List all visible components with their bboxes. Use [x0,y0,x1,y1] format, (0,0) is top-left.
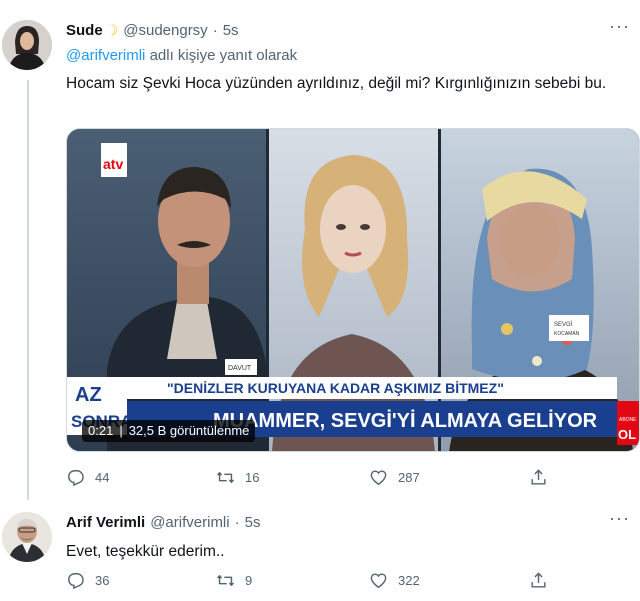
name-plate-right-line1: SEVGİ [554,321,573,328]
reply-count: 44 [95,469,110,485]
like-button[interactable]: 322 [369,568,420,592]
view-count: 32,5 B görüntülenme [128,423,250,438]
heart-icon [370,469,387,485]
channel-logo: atv [103,156,123,172]
tweet-header: Sude ☽ @sudengrsy · 5s [66,22,239,39]
share-button[interactable] [529,465,548,489]
retweet-count: 16 [245,469,260,485]
share-icon [531,571,546,588]
tweet-actions: 44 16 287 [66,465,566,489]
reply-count: 36 [95,572,110,588]
more-options-icon[interactable]: ··· [609,508,630,529]
thread-connector-line [27,80,29,500]
tweet-arif-verimli[interactable]: Arif Verimli @arifverimli · 5s ··· Evet,… [0,500,640,601]
retweet-icon [217,471,234,483]
user-handle[interactable]: @arifverimli [150,514,229,531]
share-icon [531,468,546,485]
name-plate-left: DAVUT [228,365,252,372]
separator-dot: · [212,22,218,39]
subscribe-small: ABONE [619,417,637,423]
heart-icon [370,572,387,588]
banner-text: MUAMMER, SEVGİ'Yİ ALMAYA GELİYOR [213,409,598,432]
like-count: 322 [398,572,420,588]
share-button[interactable] [529,568,548,592]
reply-button[interactable]: 44 [66,465,109,489]
tweet-header: Arif Verimli @arifverimli · 5s [66,514,260,531]
video-info-overlay: 0:21 | 32,5 B görüntülenme [82,420,256,442]
like-count: 287 [398,469,420,485]
retweet-count: 9 [245,572,253,588]
tweet-text: Hocam siz Şevki Hoca yüzünden ayrıldınız… [66,75,607,92]
replying-to: @arifverimli adlı kişiye yanıt olarak [66,47,297,64]
tweet-sude[interactable]: Sude ☽ @sudengrsy · 5s ··· @arifverimli … [0,0,640,500]
reply-suffix: adlı kişiye yanıt olarak [149,47,298,64]
reply-button[interactable]: 36 [66,568,109,592]
subscribe-big: OL [618,427,636,442]
lower-third-headline: "DENİZLER KURUYANA KADAR AŞKIMIZ BİTMEZ" [167,380,504,396]
reply-icon [68,572,84,589]
divider: | [119,423,123,438]
separator-dot: · [234,514,240,531]
user-handle[interactable]: @sudengrsy [123,22,207,39]
reply-icon [68,469,84,486]
tweet-text: Evet, teşekkür ederim.. [66,543,225,560]
timestamp[interactable]: 5s [223,22,239,39]
avatar-sude[interactable] [2,20,52,70]
reply-mention-link[interactable]: @arifverimli [66,47,145,64]
retweet-button[interactable]: 16 [216,465,259,489]
retweet-icon [217,574,234,586]
retweet-button[interactable]: 9 [216,568,252,592]
video-media[interactable]: atv DAVUT SEVGİ KOCAMAN "DENİZLER KURUYA… [66,128,640,452]
like-button[interactable]: 287 [369,465,420,489]
video-thumbnail: atv DAVUT SEVGİ KOCAMAN "DENİZLER KURUYA… [67,129,639,451]
avatar-arif-verimli[interactable] [2,512,52,562]
side-tag-line1: AZ [75,384,102,406]
tweet-actions: 36 9 322 [66,568,566,592]
display-name[interactable]: Arif Verimli [66,514,145,531]
timestamp[interactable]: 5s [245,514,261,531]
video-duration: 0:21 [88,423,114,438]
more-options-icon[interactable]: ··· [609,16,630,37]
name-plate-right-line2: KOCAMAN [554,331,580,337]
display-name[interactable]: Sude [66,22,103,39]
crescent-moon-icon: ☽ [105,22,119,38]
